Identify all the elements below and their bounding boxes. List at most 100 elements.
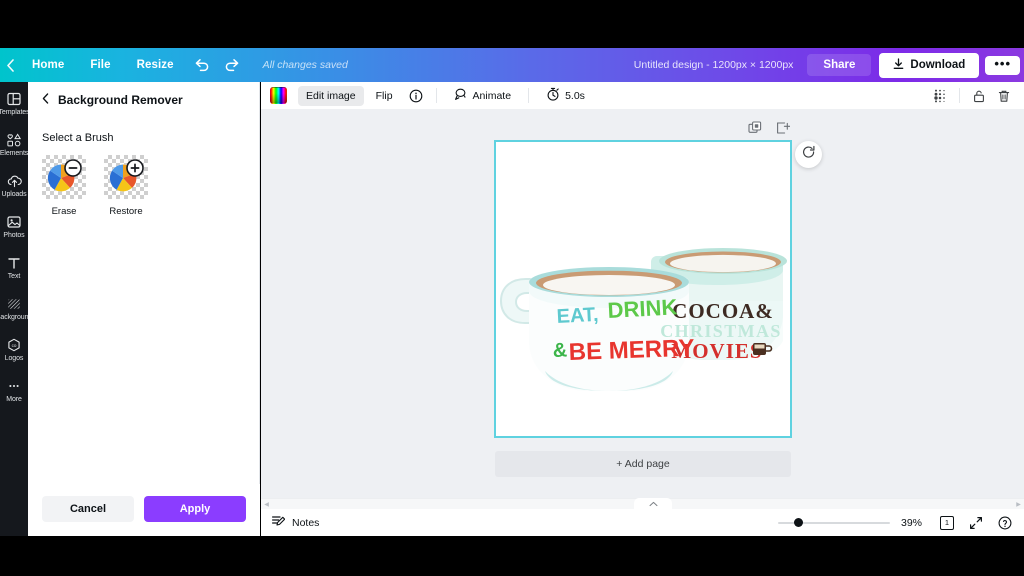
notes-label: Notes [292, 517, 319, 529]
toolbar-divider [528, 88, 529, 103]
header-home-button[interactable]: Home [19, 48, 77, 82]
sidebar-item-uploads[interactable]: Uploads [0, 164, 28, 205]
left-rail: Templates Elements Uploads Photos Text [0, 82, 28, 536]
sidebar-item-label: Photos [3, 232, 24, 239]
redo-icon[interactable] [217, 48, 247, 82]
chevron-up-icon [649, 501, 658, 509]
text-icon [7, 255, 22, 270]
design-page[interactable]: COCOA& CHRISTMAS MOVIES EAT, DRINK & BE … [495, 141, 791, 437]
sidebar-item-logos[interactable]: co Logos [0, 328, 28, 369]
svg-text:&: & [552, 340, 567, 362]
duplicate-page-icon[interactable] [748, 121, 762, 135]
templates-icon [7, 91, 22, 106]
notes-expand-tab[interactable] [634, 498, 672, 509]
edit-image-button[interactable]: Edit image [298, 86, 364, 106]
panel-back-button[interactable]: Background Remover [28, 82, 259, 118]
header-right-group: Untitled design - 1200px × 1200px Share … [634, 48, 1024, 82]
scroll-right-icon[interactable]: ▶ [1013, 501, 1024, 508]
apply-button[interactable]: Apply [144, 496, 246, 522]
help-icon[interactable] [996, 514, 1014, 532]
header-file-button[interactable]: File [77, 48, 123, 82]
sidebar-item-photos[interactable]: Photos [0, 205, 28, 246]
add-page-button[interactable]: + Add page [495, 451, 791, 477]
lock-icon[interactable] [968, 85, 990, 107]
app-header: Home File Resize All changes saved Untit… [0, 48, 1024, 82]
download-button[interactable]: Download [879, 53, 979, 78]
add-comment-icon [802, 145, 816, 164]
sidebar-item-label: Elements [0, 150, 28, 157]
brush-label: Restore [109, 206, 142, 217]
color-picker-swatch[interactable] [270, 87, 287, 104]
duration-label: 5.0s [565, 90, 585, 102]
sidebar-item-label: Text [8, 273, 20, 280]
brush-option-erase[interactable]: Erase [42, 155, 86, 217]
zoom-slider-handle[interactable] [794, 518, 803, 527]
header-left-group: Home File Resize All changes saved [0, 48, 348, 82]
select-brush-label: Select a Brush [42, 132, 245, 144]
back-chevron-icon[interactable] [0, 59, 19, 72]
svg-text:COCOA&: COCOA& [672, 299, 774, 323]
sidebar-item-elements[interactable]: Elements [0, 123, 28, 164]
transparency-icon[interactable] [929, 85, 951, 107]
fullscreen-icon[interactable] [967, 514, 985, 532]
more-icon [7, 378, 22, 393]
background-remover-panel: Background Remover Select a Brush [28, 82, 260, 536]
brush-options: Erase [42, 155, 245, 217]
undo-icon[interactable] [187, 48, 217, 82]
photos-icon [7, 214, 22, 229]
svg-text:BE MERRY: BE MERRY [568, 335, 695, 366]
animate-button[interactable]: Animate [446, 83, 520, 108]
svg-text:EAT,: EAT, [556, 304, 599, 328]
chevron-left-icon [42, 93, 49, 107]
trash-icon[interactable] [993, 85, 1015, 107]
flip-button[interactable]: Flip [368, 86, 401, 106]
timer-icon [546, 87, 560, 104]
panel-body: Select a Brush [28, 118, 259, 217]
download-icon [893, 58, 904, 73]
sidebar-item-templates[interactable]: Templates [0, 82, 28, 123]
elements-icon [7, 132, 22, 147]
info-icon[interactable] [405, 85, 427, 107]
toolbar-right-group [929, 85, 1015, 107]
page-count-button[interactable]: 1 [938, 514, 956, 532]
cancel-button[interactable]: Cancel [42, 496, 134, 522]
sidebar-item-background[interactable]: Background [0, 287, 28, 328]
christmas-mugs-artwork[interactable]: COCOA& CHRISTMAS MOVIES EAT, DRINK & BE … [495, 141, 791, 437]
header-more-button[interactable]: ••• [985, 56, 1020, 75]
sidebar-item-more[interactable]: More [0, 369, 28, 410]
status-bar: Notes 39% 1 [261, 509, 1024, 536]
animate-label: Animate [473, 90, 512, 102]
share-button[interactable]: Share [807, 54, 871, 76]
editor-toolbar: Edit image Flip Animate 5.0s [261, 82, 1024, 109]
notes-icon [271, 514, 285, 531]
design-title[interactable]: Untitled design - 1200px × 1200px [634, 59, 794, 71]
logos-icon: co [7, 337, 22, 352]
panel-footer: Cancel Apply [28, 484, 260, 536]
svg-text:co: co [12, 342, 17, 347]
notes-button[interactable]: Notes [271, 514, 319, 531]
erase-brush-thumbnail [42, 155, 86, 199]
sidebar-item-label: More [6, 396, 22, 403]
duration-button[interactable]: 5.0s [538, 83, 593, 108]
page-tools [748, 121, 790, 135]
sidebar-item-label: Uploads [2, 191, 27, 198]
add-comment-button[interactable] [795, 141, 822, 168]
panel-title: Background Remover [58, 93, 183, 107]
zoom-slider[interactable] [778, 517, 890, 529]
sidebar-item-label: Background [0, 314, 28, 321]
sidebar-item-text[interactable]: Text [0, 246, 28, 287]
canva-editor-window: Home File Resize All changes saved Untit… [0, 0, 1024, 576]
status-right-group: 39% 1 [778, 514, 1014, 532]
restore-brush-thumbnail [104, 155, 148, 199]
brush-label: Erase [52, 206, 77, 217]
letterbox-bottom [0, 536, 1024, 576]
toolbar-divider [436, 88, 437, 103]
animate-icon [454, 87, 468, 104]
page-number: 1 [940, 516, 954, 530]
brush-option-restore[interactable]: Restore [104, 155, 148, 217]
add-page-icon[interactable] [776, 121, 790, 135]
scroll-left-icon[interactable]: ◀ [261, 501, 272, 508]
background-icon [7, 296, 22, 311]
toolbar-divider [959, 88, 960, 103]
header-resize-button[interactable]: Resize [124, 48, 187, 82]
